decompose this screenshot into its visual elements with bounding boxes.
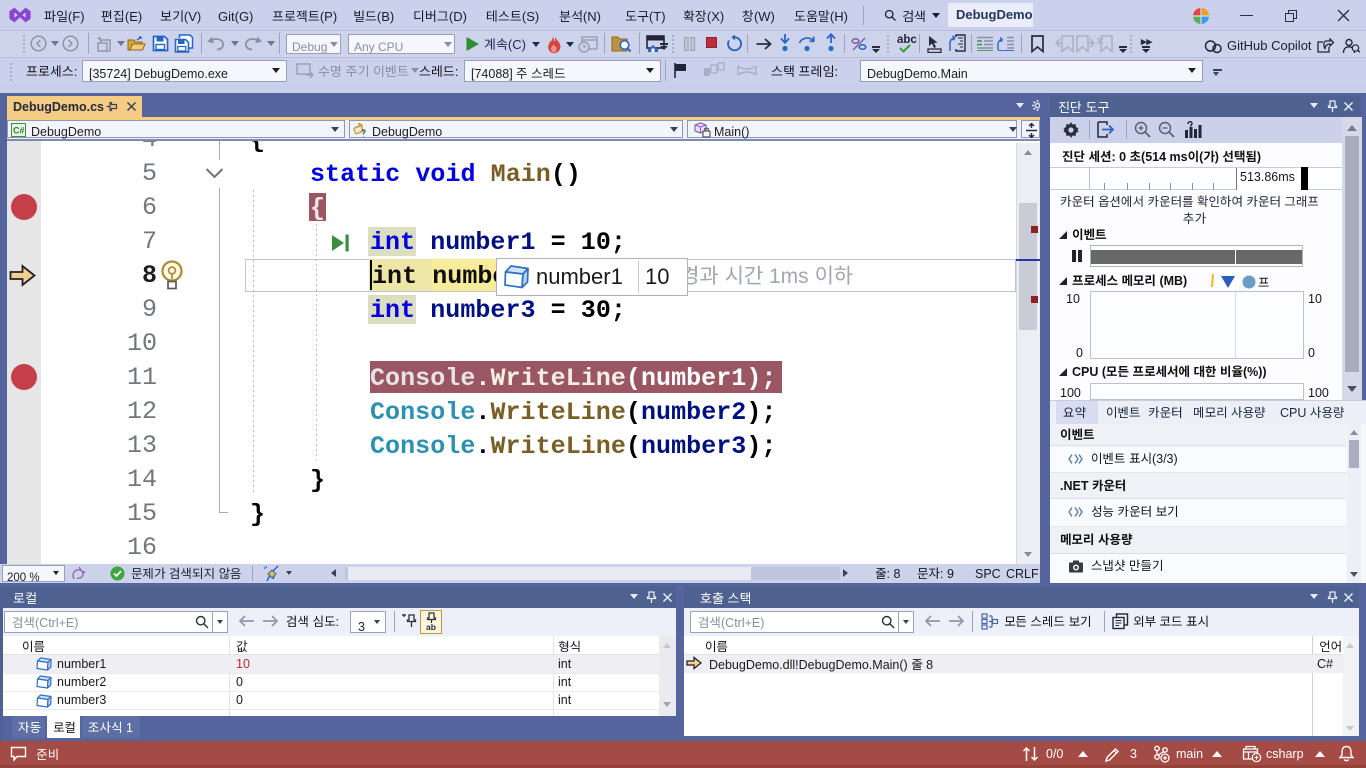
svg-text:ab: ab [426,622,436,631]
svg-text:C#: C# [13,126,25,136]
